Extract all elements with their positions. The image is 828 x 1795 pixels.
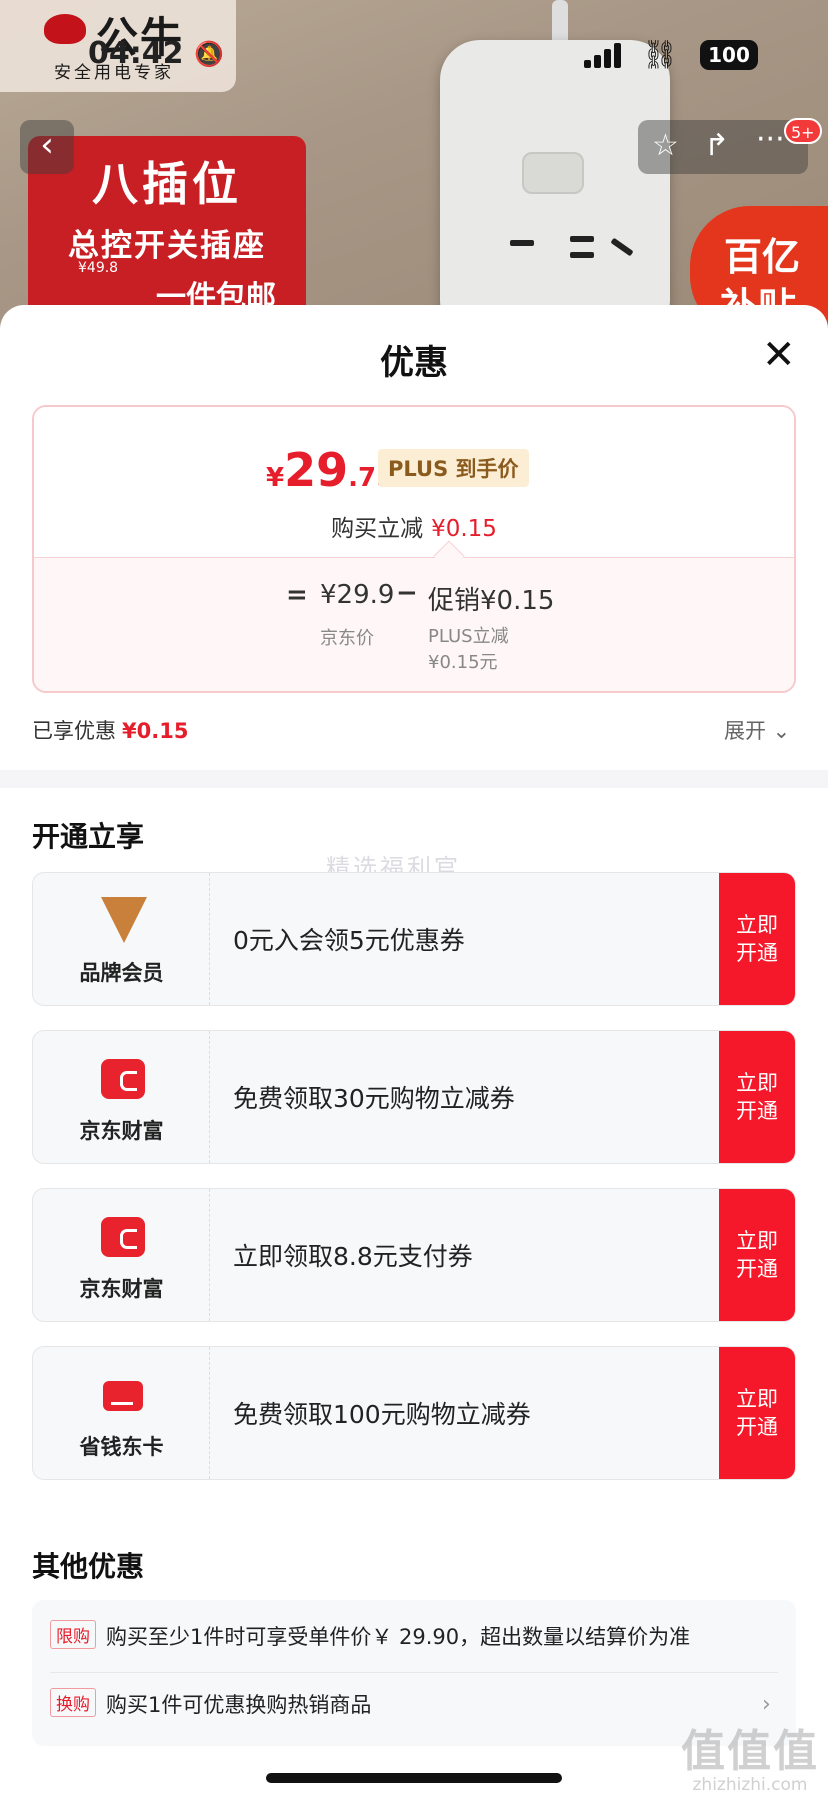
offer-description: 立即领取8.8元支付券 (233, 1242, 473, 1271)
subsidy-line1: 百亿 (724, 235, 801, 279)
wallet-icon (101, 1213, 147, 1259)
enjoyed-discount: 已享优惠 ¥0.15 (32, 715, 188, 745)
enjoyed-label: 已享优惠 (32, 719, 116, 743)
offer-description: 免费领取100元购物立减券 (233, 1400, 531, 1429)
offer-row: 省钱东卡 免费领取100元购物立减券 立即开通 (32, 1346, 796, 1480)
home-indicator[interactable] (266, 1773, 562, 1783)
offer-description: 免费领取30元购物立减券 (233, 1084, 515, 1113)
equals-sign: = (286, 580, 308, 610)
price-breakdown: = ¥29.9 − 促销¥0.15 京东价 PLUS立减 ¥0.15元 (34, 557, 794, 691)
open-section-title: 开通立享 (32, 820, 145, 853)
price-summary-top: ¥29.75 PLUS 到手价 购买立减 ¥0.15 (34, 407, 794, 557)
watermark-url: zhizhizhi.com (692, 1775, 808, 1795)
limit-text: 购买至少1件时可享受单件价￥ 29.90，超出数量以结算价为准 (106, 1625, 691, 1649)
star-icon[interactable]: ☆ (652, 128, 679, 163)
watermark-logo-text: 值值值 (681, 1726, 819, 1777)
activate-button[interactable]: 立即开通 (719, 1031, 795, 1163)
more-icon[interactable]: ··· (756, 122, 785, 157)
socket-slot (570, 252, 594, 258)
purchase-limit-item: 限购 购买至少1件时可享受单件价￥ 29.90，超出数量以结算价为准 (50, 1620, 690, 1651)
brand-v-icon (101, 897, 147, 943)
wallet-icon (101, 1055, 147, 1101)
card-icon (101, 1371, 147, 1417)
socket-slot (510, 240, 534, 246)
price-currency: ¥ (266, 463, 285, 493)
cellular-signal-icon (584, 42, 624, 68)
socket-slot (610, 237, 634, 257)
bull-icon (44, 14, 86, 44)
share-icon[interactable]: ↱ (704, 128, 729, 163)
sheet-title: 优惠 (380, 343, 448, 383)
other-section-title: 其他优惠 (32, 1550, 145, 1583)
chevron-right-icon[interactable]: › (762, 1692, 771, 1717)
offer-brand-name: 京东财富 (79, 1119, 164, 1143)
power-switch (522, 152, 584, 194)
activate-button[interactable]: 立即开通 (719, 1189, 795, 1321)
link-icon: ⛓ (642, 38, 678, 71)
trade-in-tag: 换购 (50, 1688, 96, 1717)
offer-brand-name: 京东财富 (79, 1277, 164, 1301)
activate-button[interactable]: 立即开通 (719, 873, 795, 1005)
socket-slot (570, 236, 594, 242)
activate-button[interactable]: 立即开通 (719, 1347, 795, 1479)
final-price: ¥29.75 (266, 443, 394, 497)
offer-description: 0元入会领5元优惠券 (233, 926, 465, 955)
enjoyed-value: ¥0.15 (122, 719, 189, 743)
section-divider (0, 770, 828, 788)
site-watermark: 值值值 zhizhizhi.com (680, 1715, 820, 1795)
minus-sign: − (396, 578, 418, 608)
offer-brand-panel: 京东财富 (33, 1031, 210, 1163)
offer-row: 京东财富 立即领取8.8元支付券 立即开通 (32, 1188, 796, 1322)
price-summary-card: ¥29.75 PLUS 到手价 购买立减 ¥0.15 = ¥29.9 − 促销¥0… (32, 405, 796, 693)
promo-discount-label: PLUS立减 ¥0.15元 (428, 626, 509, 673)
item-divider (50, 1672, 778, 1673)
power-strip-image (440, 40, 670, 330)
expand-toggle[interactable]: 展开 ⌄ (724, 715, 790, 745)
offer-brand-name: 品牌会员 (79, 961, 164, 985)
message-count-badge: 5+ (784, 118, 822, 144)
close-icon[interactable]: ✕ (762, 335, 796, 375)
product-image-background: 公牛 安全用电专家 04:42 🔕 ⛓ 100 八插位 总控开关插座 ¥49.8… (0, 0, 828, 330)
mute-bell-icon: 🔕 (194, 40, 224, 68)
base-price-label: 京东价 (320, 628, 374, 649)
trade-in-text: 购买1件可优惠换购热销商品 (106, 1693, 372, 1717)
offer-row: 京东财富 免费领取30元购物立减券 立即开通 (32, 1030, 796, 1164)
plus-price-tag: PLUS 到手价 (378, 449, 529, 487)
instant-reduce-line: 购买立减 ¥0.15 (34, 509, 794, 543)
offer-row: 品牌会员 0元入会领5元优惠券 立即开通 (32, 872, 796, 1006)
promo-price-mark: ¥49.8 (78, 260, 119, 276)
trade-in-item[interactable]: 换购 购买1件可优惠换购热销商品 (50, 1688, 371, 1719)
back-button[interactable]: ‹ (20, 120, 74, 174)
discount-sheet: 优惠 ✕ ¥29.75 PLUS 到手价 购买立减 ¥0.15 = ¥29.9 −… (0, 305, 828, 1795)
base-price: ¥29.9 (320, 580, 395, 610)
price-integer: 29 (284, 443, 349, 497)
limit-tag: 限购 (50, 1620, 96, 1649)
battery-indicator: 100 (700, 40, 758, 70)
offer-brand-panel: 京东财富 (33, 1189, 210, 1321)
offer-brand-panel: 品牌会员 (33, 873, 210, 1005)
offer-brand-panel: 省钱东卡 (33, 1347, 210, 1479)
status-time: 04:42 (88, 36, 184, 71)
promo-subline: 总控开关插座 (68, 228, 266, 264)
reduce-value: ¥0.15 (431, 516, 497, 542)
nav-action-group: ☆ ↱ ··· (638, 120, 808, 174)
offer-brand-name: 省钱东卡 (79, 1435, 164, 1459)
reduce-label: 购买立减 (331, 516, 424, 542)
promo-discount: 促销¥0.15 (428, 586, 555, 616)
